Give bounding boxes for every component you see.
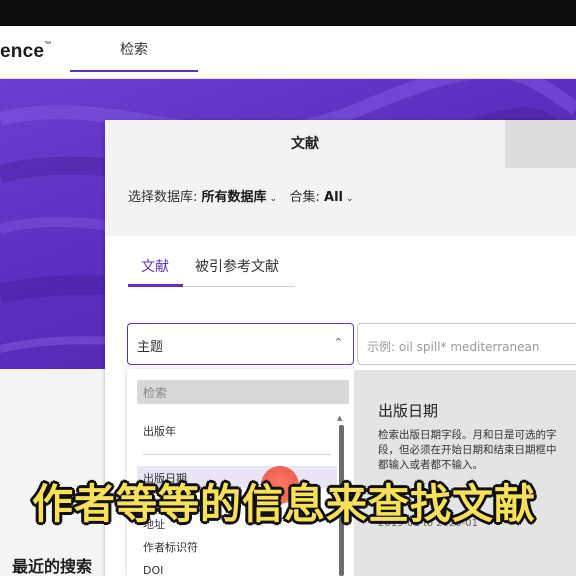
database-selector-row: 选择数据库: 所有数据库 ⌄ 合集: All ⌄	[128, 186, 354, 205]
subtab-cited-references[interactable]: 被引参考文献	[195, 256, 279, 276]
search-field-select[interactable]: 主题 ⌃	[127, 323, 354, 365]
info-card-title: 出版日期	[378, 402, 439, 420]
dropdown-item-doi[interactable]: DOI	[143, 564, 163, 576]
search-query-placeholder: 示例: oil spill* mediterranean	[367, 340, 540, 354]
chevron-down-icon[interactable]: ⌄	[346, 194, 354, 204]
site-header: ence™ 检索	[0, 26, 576, 79]
dropdown-search-placeholder: 检索	[143, 386, 168, 400]
tab-documents[interactable]: 文献	[105, 120, 505, 168]
dropdown-item-author-identifier[interactable]: 作者标识符	[143, 539, 198, 555]
scroll-up-arrow-icon[interactable]: ▲	[337, 414, 342, 422]
search-subtabs: 文献 被引参考文献	[128, 251, 295, 287]
chevron-down-icon[interactable]: ⌄	[270, 194, 278, 204]
dropdown-divider	[143, 454, 331, 455]
collection-select[interactable]: All	[324, 190, 343, 205]
video-subtitle-caption: 作者等等的信息来查找文献	[31, 479, 536, 529]
tab-other[interactable]	[505, 120, 576, 168]
info-card-description: 检索出版日期字段。月和日是可选的字段，但必须在开始日期和结束日期框中都输入或者都…	[378, 429, 557, 471]
brand-logo[interactable]: ence™	[0, 41, 51, 63]
active-tab-indicator	[128, 284, 183, 287]
recent-searches-heading: 最近的搜索	[12, 557, 93, 576]
chevron-up-icon: ⌃	[333, 336, 343, 349]
database-label: 选择数据库:	[128, 190, 198, 205]
subtab-documents[interactable]: 文献	[141, 256, 169, 276]
dropdown-search-input[interactable]: 检索	[137, 380, 349, 404]
dropdown-item-publication-year[interactable]: 出版年	[143, 423, 176, 439]
search-field-value: 主题	[137, 340, 164, 355]
database-select[interactable]: 所有数据库	[202, 190, 267, 205]
nav-tab-search[interactable]: 检索	[70, 26, 198, 72]
top-black-bar	[0, 0, 576, 26]
collection-label: 合集:	[289, 190, 320, 205]
search-query-input[interactable]: 示例: oil spill* mediterranean	[357, 323, 576, 365]
